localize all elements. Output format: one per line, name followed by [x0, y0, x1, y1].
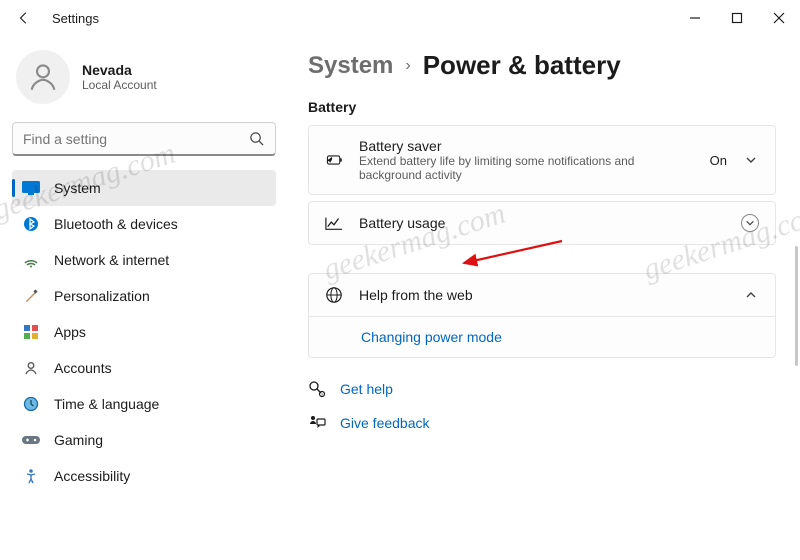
globe-icon [325, 286, 343, 304]
window-title: Settings [38, 11, 99, 26]
bluetooth-icon [22, 215, 40, 233]
avatar [16, 50, 70, 104]
search-input[interactable] [23, 131, 247, 147]
battery-usage-row[interactable]: Battery usage [309, 202, 775, 244]
sidebar-item-label: Gaming [54, 432, 103, 448]
sidebar-item-accounts[interactable]: Accounts [12, 350, 276, 386]
get-help-label: Get help [340, 381, 393, 397]
help-from-web-row[interactable]: Help from the web [309, 274, 775, 316]
help-icon: ? [308, 380, 326, 398]
sidebar-item-system[interactable]: System [12, 170, 276, 206]
close-button[interactable] [758, 0, 800, 36]
give-feedback-label: Give feedback [340, 415, 430, 431]
page-title: Power & battery [423, 50, 621, 81]
feedback-icon [308, 414, 326, 432]
give-feedback-link[interactable]: Give feedback [308, 406, 776, 440]
user-block[interactable]: Nevada Local Account [12, 40, 276, 122]
minimize-button[interactable] [674, 0, 716, 36]
personalization-icon [22, 287, 40, 305]
breadcrumb: System › Power & battery [308, 44, 776, 81]
battery-saver-icon [325, 151, 343, 169]
search-icon [247, 130, 265, 148]
apps-icon [22, 323, 40, 341]
user-name: Nevada [82, 62, 157, 78]
battery-saver-title: Battery saver [359, 138, 694, 154]
battery-saver-sub: Extend battery life by limiting some not… [359, 154, 669, 182]
accounts-icon [22, 359, 40, 377]
sidebar-item-personalization[interactable]: Personalization [12, 278, 276, 314]
help-link-row[interactable]: Changing power mode [309, 316, 775, 357]
battery-usage-icon [325, 214, 343, 232]
time-icon [22, 395, 40, 413]
system-icon [22, 179, 40, 197]
sidebar-item-accessibility[interactable]: Accessibility [12, 458, 276, 494]
accessibility-icon [22, 467, 40, 485]
sidebar-item-label: Time & language [54, 396, 159, 412]
changing-power-mode-link[interactable]: Changing power mode [361, 329, 502, 345]
sidebar-item-label: Network & internet [54, 252, 169, 268]
gaming-icon [22, 431, 40, 449]
sidebar-item-gaming[interactable]: Gaming [12, 422, 276, 458]
maximize-button[interactable] [716, 0, 758, 36]
breadcrumb-parent[interactable]: System [308, 52, 393, 80]
sidebar-item-label: System [54, 180, 101, 196]
chevron-right-icon: › [405, 57, 410, 75]
chevron-down-icon[interactable] [743, 152, 759, 168]
sidebar-item-label: Bluetooth & devices [54, 216, 178, 232]
sidebar-item-apps[interactable]: Apps [12, 314, 276, 350]
get-help-link[interactable]: ? Get help [308, 372, 776, 406]
sidebar-item-label: Personalization [54, 288, 150, 304]
search-box[interactable] [12, 122, 276, 156]
sidebar-item-label: Accounts [54, 360, 112, 376]
chevron-down-icon[interactable] [741, 214, 759, 232]
chevron-up-icon[interactable] [743, 287, 759, 303]
battery-saver-state: On [710, 153, 727, 168]
help-title: Help from the web [359, 287, 727, 303]
sidebar-item-network[interactable]: Network & internet [12, 242, 276, 278]
user-sub: Local Account [82, 78, 157, 92]
sidebar-item-bluetooth[interactable]: Bluetooth & devices [12, 206, 276, 242]
sidebar-item-label: Accessibility [54, 468, 130, 484]
battery-saver-row[interactable]: Battery saver Extend battery life by lim… [309, 126, 775, 194]
section-header: Battery [308, 99, 776, 115]
battery-usage-title: Battery usage [359, 215, 725, 231]
network-icon [22, 251, 40, 269]
sidebar-item-label: Apps [54, 324, 86, 340]
scrollbar[interactable] [795, 246, 798, 366]
sidebar-item-time[interactable]: Time & language [12, 386, 276, 422]
back-button[interactable] [10, 4, 38, 32]
